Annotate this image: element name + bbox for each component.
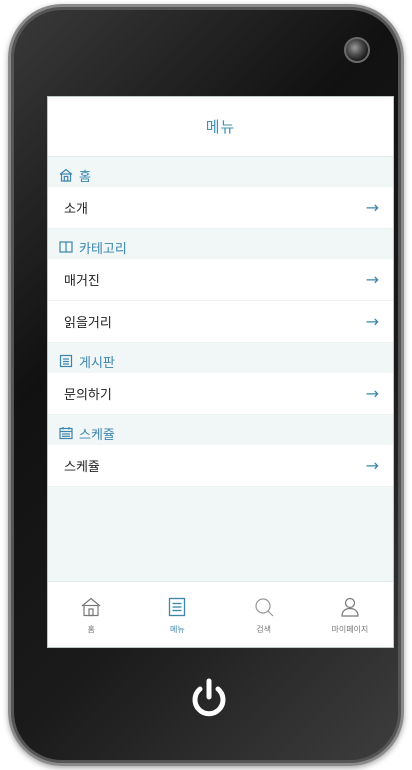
menu-item-intro[interactable]: 소개 → bbox=[48, 187, 393, 229]
phone-device: 메뉴 홈 소개 → 카테고리 매거진 → 읽을거리 → 게시판 문의하기 → 스… bbox=[8, 4, 404, 766]
tab-home[interactable]: 홈 bbox=[51, 594, 131, 635]
tab-label: 메뉴 bbox=[170, 625, 185, 634]
section-title: 게시판 bbox=[79, 355, 115, 371]
menu-item-label: 스케쥴 bbox=[64, 460, 100, 475]
menu-item-reading[interactable]: 읽을거리 → bbox=[48, 301, 393, 343]
app-screen: 메뉴 홈 소개 → 카테고리 매거진 → 읽을거리 → 게시판 문의하기 → 스… bbox=[47, 96, 394, 648]
menu-icon bbox=[164, 594, 190, 620]
menu-item-magazine[interactable]: 매거진 → bbox=[48, 259, 393, 301]
menu-item-label: 읽을거리 bbox=[64, 316, 112, 331]
menu-item-label: 문의하기 bbox=[64, 388, 112, 403]
arrow-right-icon: → bbox=[365, 384, 379, 403]
tab-label: 검색 bbox=[256, 625, 271, 634]
arrow-right-icon: → bbox=[365, 198, 379, 217]
section-home: 홈 bbox=[48, 163, 393, 187]
search-icon bbox=[251, 594, 277, 620]
arrow-right-icon: → bbox=[365, 456, 379, 475]
section-board: 게시판 bbox=[48, 349, 393, 373]
tab-menu[interactable]: 메뉴 bbox=[137, 594, 217, 635]
menu-item-schedule[interactable]: 스케쥴 → bbox=[48, 445, 393, 487]
tab-mypage[interactable]: 마이페이지 bbox=[310, 594, 390, 635]
home-icon bbox=[78, 594, 104, 620]
header: 메뉴 bbox=[48, 97, 393, 157]
page-title: 메뉴 bbox=[205, 118, 236, 136]
section-title: 홈 bbox=[79, 169, 91, 185]
power-icon bbox=[192, 678, 226, 717]
board-icon bbox=[58, 353, 74, 369]
menu-item-inquiry[interactable]: 문의하기 → bbox=[48, 373, 393, 415]
tab-label: 마이페이지 bbox=[331, 625, 369, 634]
bottom-tab-bar: 홈 메뉴 검색 마이페이지 bbox=[48, 581, 393, 647]
menu-item-label: 매거진 bbox=[64, 274, 100, 289]
book-icon bbox=[58, 239, 74, 255]
section-title: 스케쥴 bbox=[79, 427, 115, 443]
arrow-right-icon: → bbox=[365, 270, 379, 289]
menu-item-label: 소개 bbox=[64, 202, 88, 217]
tab-search[interactable]: 검색 bbox=[224, 594, 304, 635]
power-button[interactable] bbox=[169, 659, 249, 739]
section-category: 카테고리 bbox=[48, 235, 393, 259]
tab-label: 홈 bbox=[87, 625, 95, 634]
section-schedule: 스케쥴 bbox=[48, 421, 393, 445]
calendar-icon bbox=[58, 425, 74, 441]
arrow-right-icon: → bbox=[365, 312, 379, 331]
user-icon bbox=[337, 594, 363, 620]
section-title: 카테고리 bbox=[79, 241, 127, 257]
camera-icon bbox=[344, 37, 370, 63]
home-icon bbox=[58, 167, 74, 183]
